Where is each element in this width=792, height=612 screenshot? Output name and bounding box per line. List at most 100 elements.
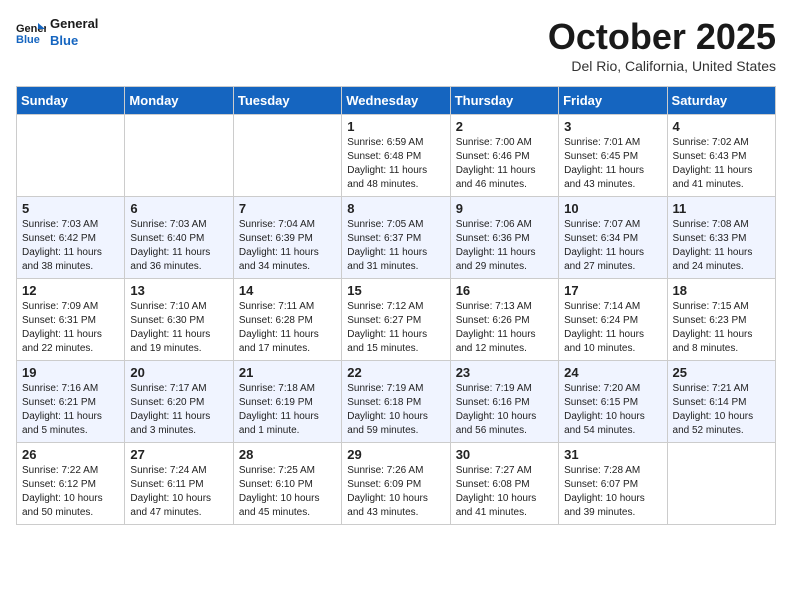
calendar-table: SundayMondayTuesdayWednesdayThursdayFrid… — [16, 86, 776, 525]
day-number: 12 — [22, 283, 119, 298]
day-number: 16 — [456, 283, 553, 298]
calendar-day-cell: 3 Sunrise: 7:01 AM Sunset: 6:45 PM Daylig… — [559, 115, 667, 197]
day-info: Sunrise: 7:13 AM Sunset: 6:26 PM Dayligh… — [456, 300, 553, 356]
day-number: 21 — [239, 365, 336, 380]
calendar-day-cell: 15Sunrise: 7:12 AM Sunset: 6:27 PM Dayli… — [342, 279, 450, 361]
weekday-header: Saturday — [667, 87, 775, 115]
day-number: 13 — [130, 283, 227, 298]
day-number: 8 — [347, 201, 444, 216]
day-info: Sunrise: 7:16 AM Sunset: 6:21 PM Dayligh… — [22, 382, 119, 438]
calendar-week-row: 19Sunrise: 7:16 AM Sunset: 6:21 PM Dayli… — [17, 361, 776, 443]
calendar-day-cell: 14 Sunrise: 7:11 AM Sunset: 6:28 PM Dayli… — [233, 279, 341, 361]
month-title: October 2025 — [548, 16, 776, 58]
day-number: 27 — [130, 447, 227, 462]
day-info: Sunrise: 7:20 AM Sunset: 6:15 PM Dayligh… — [564, 382, 661, 438]
day-info: Sunrise: 7:01 AM Sunset: 6:45 PM Dayligh… — [564, 136, 661, 192]
day-number: 11 — [673, 201, 770, 216]
logo-text-general: General — [50, 16, 98, 33]
page-header: General Blue General Blue October 2025 D… — [16, 16, 776, 74]
day-info: Sunrise: 7:04 AM Sunset: 6:39 PM Dayligh… — [239, 218, 336, 274]
day-number: 17 — [564, 283, 661, 298]
weekday-header: Tuesday — [233, 87, 341, 115]
weekday-header: Sunday — [17, 87, 125, 115]
day-info: Sunrise: 7:27 AM Sunset: 6:08 PM Dayligh… — [456, 464, 553, 520]
day-info: Sunrise: 7:15 AM Sunset: 6:23 PM Dayligh… — [673, 300, 770, 356]
calendar-day-cell — [125, 115, 233, 197]
day-info: Sunrise: 7:19 AM Sunset: 6:18 PM Dayligh… — [347, 382, 444, 438]
logo-text-blue: Blue — [50, 33, 98, 50]
day-number: 30 — [456, 447, 553, 462]
day-info: Sunrise: 6:59 AM Sunset: 6:48 PM Dayligh… — [347, 136, 444, 192]
calendar-day-cell: 30 Sunrise: 7:27 AM Sunset: 6:08 PM Dayli… — [450, 443, 558, 525]
day-info: Sunrise: 7:28 AM Sunset: 6:07 PM Dayligh… — [564, 464, 661, 520]
calendar-day-cell: 16 Sunrise: 7:13 AM Sunset: 6:26 PM Dayli… — [450, 279, 558, 361]
calendar-day-cell: 8 Sunrise: 7:05 AM Sunset: 6:37 PM Daylig… — [342, 197, 450, 279]
day-number: 22 — [347, 365, 444, 380]
logo: General Blue General Blue — [16, 16, 98, 50]
calendar-day-cell: 19Sunrise: 7:16 AM Sunset: 6:21 PM Dayli… — [17, 361, 125, 443]
day-number: 14 — [239, 283, 336, 298]
day-info: Sunrise: 7:19 AM Sunset: 6:16 PM Dayligh… — [456, 382, 553, 438]
calendar-day-cell: 11 Sunrise: 7:08 AM Sunset: 6:33 PM Dayli… — [667, 197, 775, 279]
calendar-day-cell: 10Sunrise: 7:07 AM Sunset: 6:34 PM Dayli… — [559, 197, 667, 279]
day-info: Sunrise: 7:17 AM Sunset: 6:20 PM Dayligh… — [130, 382, 227, 438]
calendar-day-cell — [17, 115, 125, 197]
day-info: Sunrise: 7:05 AM Sunset: 6:37 PM Dayligh… — [347, 218, 444, 274]
day-info: Sunrise: 7:14 AM Sunset: 6:24 PM Dayligh… — [564, 300, 661, 356]
day-info: Sunrise: 7:00 AM Sunset: 6:46 PM Dayligh… — [456, 136, 553, 192]
calendar-day-cell: 26 Sunrise: 7:22 AM Sunset: 6:12 PM Dayli… — [17, 443, 125, 525]
day-number: 24 — [564, 365, 661, 380]
calendar-day-cell: 17 Sunrise: 7:14 AM Sunset: 6:24 PM Dayli… — [559, 279, 667, 361]
day-info: Sunrise: 7:22 AM Sunset: 6:12 PM Dayligh… — [22, 464, 119, 520]
day-number: 2 — [456, 119, 553, 134]
day-number: 6 — [130, 201, 227, 216]
day-info: Sunrise: 7:08 AM Sunset: 6:33 PM Dayligh… — [673, 218, 770, 274]
calendar-day-cell: 27Sunrise: 7:24 AM Sunset: 6:11 PM Dayli… — [125, 443, 233, 525]
calendar-day-cell: 2 Sunrise: 7:00 AM Sunset: 6:46 PM Daylig… — [450, 115, 558, 197]
day-info: Sunrise: 7:18 AM Sunset: 6:19 PM Dayligh… — [239, 382, 336, 438]
day-info: Sunrise: 7:25 AM Sunset: 6:10 PM Dayligh… — [239, 464, 336, 520]
calendar-day-cell: 18 Sunrise: 7:15 AM Sunset: 6:23 PM Dayli… — [667, 279, 775, 361]
calendar-header-row: SundayMondayTuesdayWednesdayThursdayFrid… — [17, 87, 776, 115]
day-number: 18 — [673, 283, 770, 298]
title-area: October 2025 Del Rio, California, United… — [548, 16, 776, 74]
calendar-day-cell: 5Sunrise: 7:03 AM Sunset: 6:42 PM Daylig… — [17, 197, 125, 279]
day-number: 28 — [239, 447, 336, 462]
calendar-day-cell: 7Sunrise: 7:04 AM Sunset: 6:39 PM Daylig… — [233, 197, 341, 279]
calendar-day-cell: 23 Sunrise: 7:19 AM Sunset: 6:16 PM Dayli… — [450, 361, 558, 443]
calendar-week-row: 5Sunrise: 7:03 AM Sunset: 6:42 PM Daylig… — [17, 197, 776, 279]
logo-icon: General Blue — [16, 21, 46, 45]
weekday-header: Wednesday — [342, 87, 450, 115]
calendar-day-cell: 13 Sunrise: 7:10 AM Sunset: 6:30 PM Dayli… — [125, 279, 233, 361]
calendar-day-cell: 24 Sunrise: 7:20 AM Sunset: 6:15 PM Dayli… — [559, 361, 667, 443]
day-info: Sunrise: 7:09 AM Sunset: 6:31 PM Dayligh… — [22, 300, 119, 356]
day-number: 15 — [347, 283, 444, 298]
weekday-header: Monday — [125, 87, 233, 115]
day-number: 25 — [673, 365, 770, 380]
day-info: Sunrise: 7:03 AM Sunset: 6:42 PM Dayligh… — [22, 218, 119, 274]
day-number: 26 — [22, 447, 119, 462]
svg-text:Blue: Blue — [16, 34, 40, 45]
day-info: Sunrise: 7:11 AM Sunset: 6:28 PM Dayligh… — [239, 300, 336, 356]
calendar-day-cell: 25 Sunrise: 7:21 AM Sunset: 6:14 PM Dayli… — [667, 361, 775, 443]
day-number: 20 — [130, 365, 227, 380]
day-number: 3 — [564, 119, 661, 134]
calendar-day-cell: 1 Sunrise: 6:59 AM Sunset: 6:48 PM Daylig… — [342, 115, 450, 197]
calendar-day-cell: 6 Sunrise: 7:03 AM Sunset: 6:40 PM Daylig… — [125, 197, 233, 279]
calendar-day-cell: 20 Sunrise: 7:17 AM Sunset: 6:20 PM Dayli… — [125, 361, 233, 443]
day-info: Sunrise: 7:03 AM Sunset: 6:40 PM Dayligh… — [130, 218, 227, 274]
day-info: Sunrise: 7:10 AM Sunset: 6:30 PM Dayligh… — [130, 300, 227, 356]
day-number: 9 — [456, 201, 553, 216]
day-number: 29 — [347, 447, 444, 462]
day-info: Sunrise: 7:21 AM Sunset: 6:14 PM Dayligh… — [673, 382, 770, 438]
calendar-week-row: 26 Sunrise: 7:22 AM Sunset: 6:12 PM Dayli… — [17, 443, 776, 525]
day-number: 23 — [456, 365, 553, 380]
calendar-day-cell: 4Sunrise: 7:02 AM Sunset: 6:43 PM Daylig… — [667, 115, 775, 197]
calendar-day-cell: 22 Sunrise: 7:19 AM Sunset: 6:18 PM Dayli… — [342, 361, 450, 443]
calendar-day-cell: 21 Sunrise: 7:18 AM Sunset: 6:19 PM Dayli… — [233, 361, 341, 443]
calendar-day-cell: 12 Sunrise: 7:09 AM Sunset: 6:31 PM Dayli… — [17, 279, 125, 361]
calendar-day-cell: 29 Sunrise: 7:26 AM Sunset: 6:09 PM Dayli… — [342, 443, 450, 525]
day-info: Sunrise: 7:26 AM Sunset: 6:09 PM Dayligh… — [347, 464, 444, 520]
day-number: 1 — [347, 119, 444, 134]
weekday-header: Thursday — [450, 87, 558, 115]
